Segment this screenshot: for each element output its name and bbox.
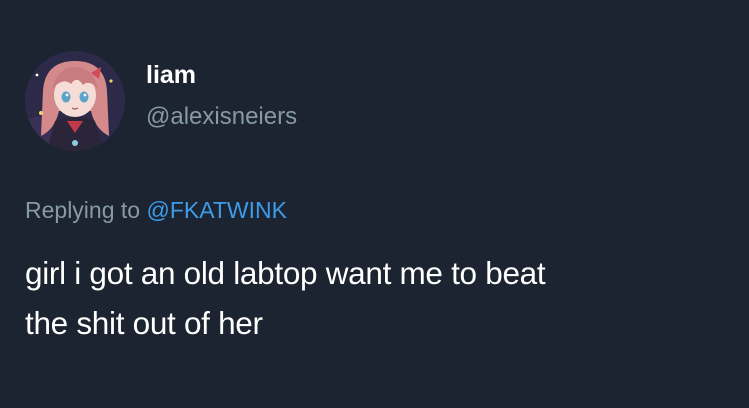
avatar-image <box>25 51 125 151</box>
reply-context: Replying to @FKATWINK <box>25 195 287 225</box>
reply-prefix: Replying to <box>25 197 141 223</box>
tweet-text: girl i got an old labtop want me to beat… <box>25 248 725 348</box>
tweet-card: liam @alexisneiers Replying to @FKATWINK… <box>0 0 749 408</box>
tweet-text-line: the shit out of her <box>25 305 263 341</box>
author-handle[interactable]: @alexisneiers <box>146 102 297 132</box>
tweet-text-line: girl i got an old labtop want me to beat <box>25 255 546 291</box>
author-avatar[interactable] <box>25 51 125 151</box>
author-name[interactable]: liam <box>146 60 196 90</box>
reply-mention-link[interactable]: @FKATWINK <box>146 197 286 223</box>
